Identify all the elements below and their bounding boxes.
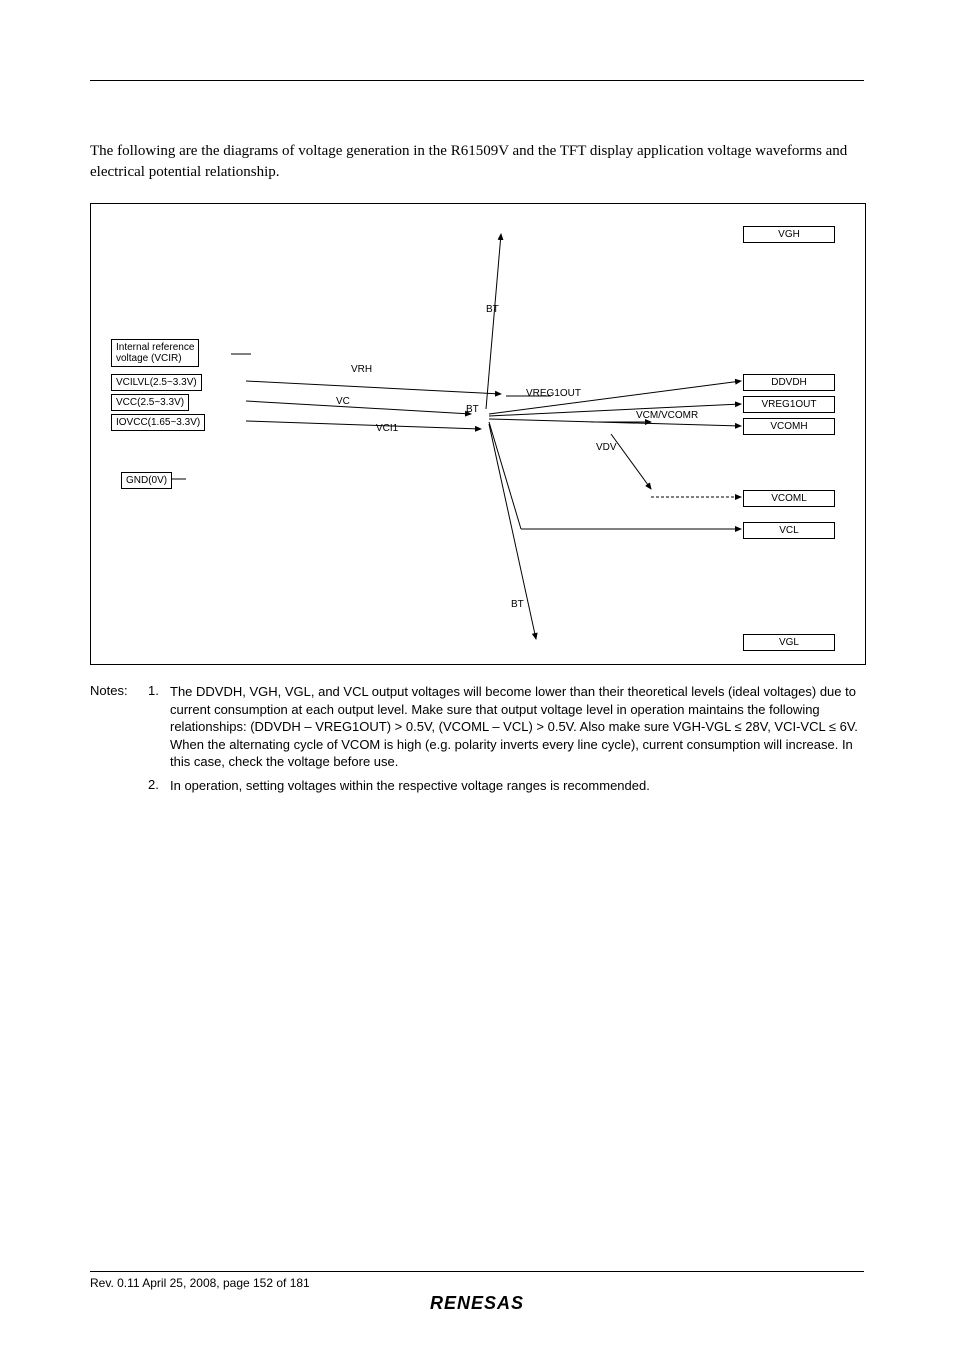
- label-iovcc: IOVCC(1.65~3.3V): [111, 414, 205, 431]
- label-vreg1out-right: VREG1OUT: [743, 396, 835, 413]
- label-vreg1out-mid: VREG1OUT: [526, 388, 581, 399]
- notes-block: Notes: 1. The DDVDH, VGH, VGL, and VCL o…: [90, 683, 864, 800]
- label-vcc: VCC(2.5~3.3V): [111, 394, 189, 411]
- intro-text: The following are the diagrams of voltag…: [90, 141, 864, 183]
- top-rule: [90, 80, 864, 81]
- footer-text: Rev. 0.11 April 25, 2008, page 152 of 18…: [90, 1276, 864, 1290]
- note-2-text: In operation, setting voltages within th…: [170, 777, 864, 795]
- label-bt2: BT: [466, 404, 479, 415]
- label-vci1: VCI1: [376, 423, 398, 434]
- label-vrh: VRH: [351, 364, 372, 375]
- note-2-num: 2.: [148, 777, 170, 795]
- label-vdv: VDV: [596, 442, 617, 453]
- label-ddvdh: DDVDH: [743, 374, 835, 391]
- label-vcir: Internal referencevoltage (VCIR): [111, 339, 199, 367]
- page-footer: Rev. 0.11 April 25, 2008, page 152 of 18…: [90, 1271, 864, 1290]
- label-vcoml: VCOML: [743, 490, 835, 507]
- label-bt1: BT: [486, 304, 499, 315]
- note-2: 2. In operation, setting voltages within…: [148, 777, 864, 795]
- renesas-logo: RENESAS: [0, 1293, 954, 1314]
- label-vcl: VCL: [743, 522, 835, 539]
- notes-prefix: Notes:: [90, 683, 148, 800]
- label-gnd: GND(0V): [121, 472, 172, 489]
- note-1-num: 1.: [148, 683, 170, 771]
- label-vcilvl: VCILVL(2.5~3.3V): [111, 374, 202, 391]
- label-vgl: VGL: [743, 634, 835, 651]
- label-vgh: VGH: [743, 226, 835, 243]
- label-vcmvcomr: VCM/VCOMR: [636, 410, 698, 421]
- label-vcomh: VCOMH: [743, 418, 835, 435]
- note-1-text: The DDVDH, VGH, VGL, and VCL output volt…: [170, 683, 864, 771]
- label-vc: VC: [336, 396, 350, 407]
- label-bt3: BT: [511, 599, 524, 610]
- voltage-diagram: Internal referencevoltage (VCIR) VCILVL(…: [90, 203, 866, 665]
- note-1: 1. The DDVDH, VGH, VGL, and VCL output v…: [148, 683, 864, 771]
